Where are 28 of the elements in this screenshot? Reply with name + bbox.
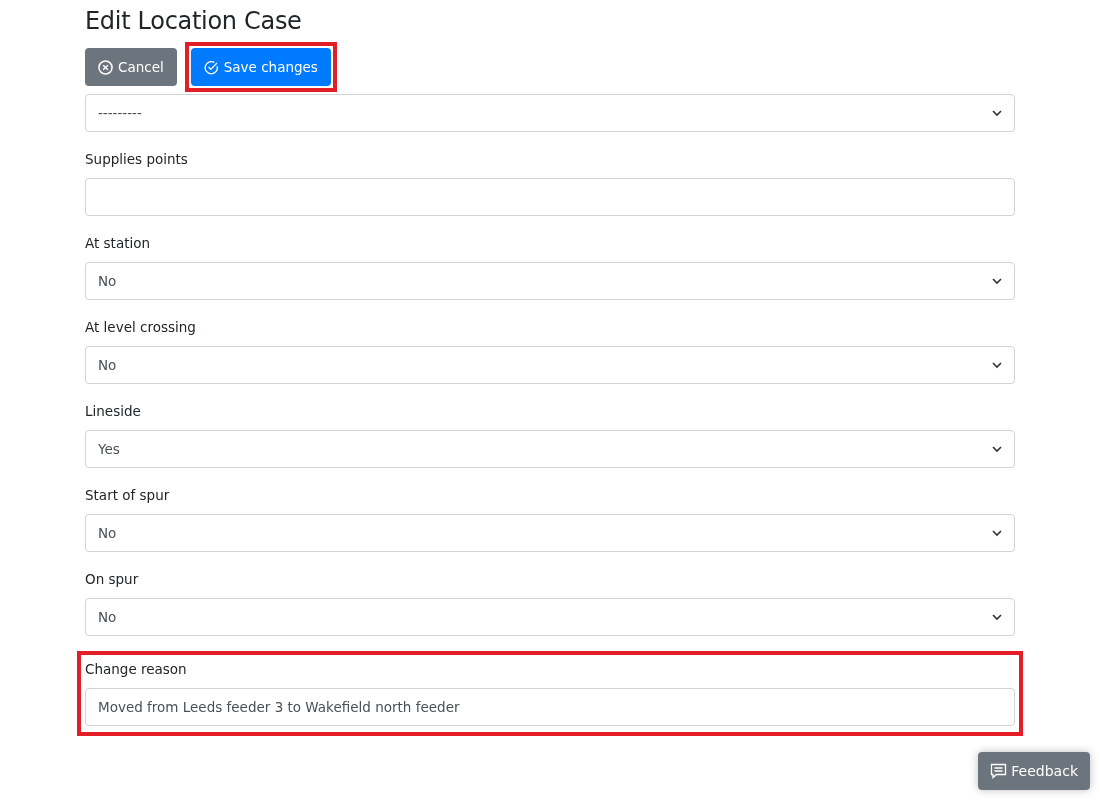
field-label: At level crossing <box>85 319 197 335</box>
chevron-down-icon <box>992 613 1002 621</box>
select-field[interactable]: Yes <box>85 430 1015 468</box>
chevron-down-icon <box>992 277 1002 285</box>
input-field[interactable]: Moved from Leeds feeder 3 to Wakefield north feeder <box>85 688 1015 726</box>
field-label: Supplies points <box>85 151 189 167</box>
field-label: Change reason <box>85 661 188 677</box>
chat-icon <box>990 763 1008 779</box>
select-field[interactable]: No <box>85 262 1015 300</box>
chevron-down-icon <box>992 529 1002 537</box>
close-icon <box>98 59 113 75</box>
save-button[interactable]: Save changes <box>190 48 331 86</box>
field-label: Start of spur <box>85 487 171 503</box>
field-label: On spur <box>85 571 140 587</box>
feedback-button[interactable]: Feedback <box>978 752 1090 790</box>
select-field[interactable]: --------- <box>85 94 1015 132</box>
input-field[interactable] <box>85 178 1015 216</box>
field-label: Lineside <box>85 403 142 419</box>
field-label: At station <box>85 235 152 251</box>
cancel-button[interactable]: Cancel <box>85 48 177 86</box>
chevron-down-icon <box>992 445 1002 453</box>
chevron-down-icon <box>992 109 1002 117</box>
select-field[interactable]: No <box>85 598 1015 636</box>
select-field[interactable]: No <box>85 514 1015 552</box>
select-field[interactable]: No <box>85 346 1015 384</box>
chevron-down-icon <box>992 361 1002 369</box>
page-title: Edit Location Case <box>85 6 303 37</box>
check-circle-icon <box>203 59 219 75</box>
